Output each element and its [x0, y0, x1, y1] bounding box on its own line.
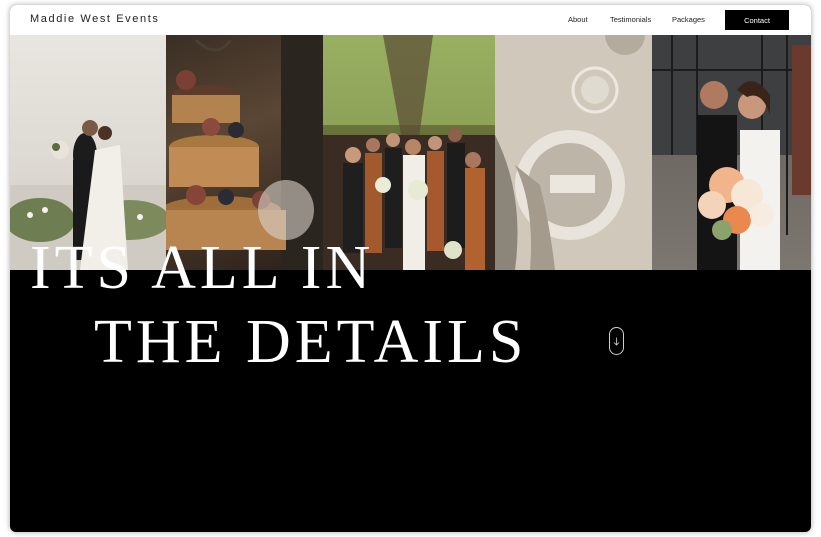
site-header: Maddie West Events About Testimonials Pa… [10, 5, 811, 35]
page-frame: Maddie West Events About Testimonials Pa… [10, 5, 811, 532]
nav-testimonials-link[interactable]: Testimonials [610, 15, 651, 24]
nav-packages-link[interactable]: Packages [672, 15, 705, 24]
arrow-down-icon [613, 337, 620, 346]
brand-logo-link[interactable]: Maddie West Events [30, 13, 159, 25]
headline-line-2: THE DETAILS [94, 308, 528, 376]
nav-about-link[interactable]: About [568, 15, 588, 24]
table-setting-photo [495, 35, 652, 270]
scroll-down-button[interactable] [609, 327, 624, 355]
couple-bouquet-photo [652, 35, 811, 270]
headline-line-1: ITS ALL IN [30, 234, 375, 302]
contact-button[interactable]: Contact [725, 10, 789, 30]
